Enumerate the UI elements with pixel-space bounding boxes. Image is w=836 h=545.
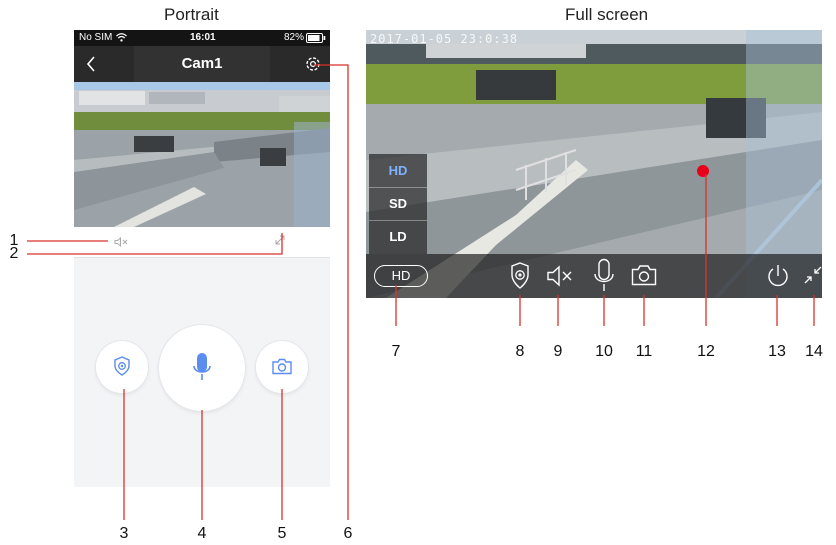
callout-9: 9 bbox=[553, 343, 563, 360]
callout-5: 5 bbox=[277, 525, 287, 542]
callout-7: 7 bbox=[391, 343, 401, 360]
callout-12: 12 bbox=[697, 343, 715, 360]
callout-8: 8 bbox=[515, 343, 525, 360]
callout-10: 10 bbox=[595, 343, 613, 360]
callout-lines bbox=[27, 64, 815, 520]
callout-14: 14 bbox=[805, 343, 823, 360]
callout-6: 6 bbox=[343, 525, 353, 542]
callout-3: 3 bbox=[119, 525, 129, 542]
callout-2: 2 bbox=[9, 245, 19, 262]
callout-11: 11 bbox=[635, 343, 653, 360]
callout-13: 13 bbox=[768, 343, 786, 360]
callout-4: 4 bbox=[197, 525, 207, 542]
